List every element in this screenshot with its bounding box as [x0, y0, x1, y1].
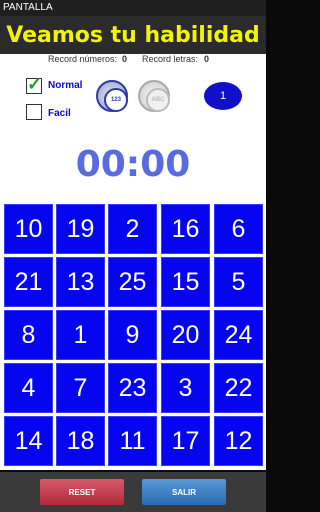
grid-cell[interactable]: 15	[161, 257, 210, 307]
grid-cell[interactable]: 24	[214, 310, 263, 360]
record-letters-value: 0	[204, 54, 210, 64]
numbers-mode-icon: 123	[104, 88, 128, 112]
number-grid: 10 19 2 16 6 21 13 25 15 5 8 1 9 20 24 4 7 23 3 22 14 18 11 17 1…	[0, 200, 266, 470]
header-banner: Veamos tu habilidad	[0, 16, 266, 54]
grid-cell[interactable]: 19	[56, 204, 105, 254]
grid-cell[interactable]: 2	[108, 204, 157, 254]
grid-cell[interactable]: 5	[214, 257, 263, 307]
facil-checkbox[interactable]	[26, 104, 42, 120]
grid-cell[interactable]: 16	[161, 204, 210, 254]
grid-cell[interactable]: 18	[56, 416, 105, 466]
grid-cell[interactable]: 21	[4, 257, 53, 307]
record-numbers-label: Record números:	[48, 54, 118, 64]
page-title: Veamos tu habilidad	[6, 22, 260, 48]
grid-cell[interactable]: 1	[56, 310, 105, 360]
letters-mode-button[interactable]: ABC	[138, 80, 170, 112]
grid-cell[interactable]: 11	[108, 416, 157, 466]
level-badge: 1	[204, 82, 242, 110]
reset-button[interactable]: RESET	[40, 479, 124, 505]
salir-button[interactable]: SALIR	[142, 479, 226, 505]
window-title: PANTALLA	[0, 0, 266, 16]
grid-cell[interactable]: 13	[56, 257, 105, 307]
timer-display: 00:00	[75, 144, 191, 185]
grid-cell[interactable]: 23	[108, 363, 157, 413]
grid-cell[interactable]: 17	[161, 416, 210, 466]
letters-mode-icon: ABC	[146, 88, 170, 112]
numbers-mode-button[interactable]: 123	[96, 80, 128, 112]
grid-cell[interactable]: 3	[161, 363, 210, 413]
grid-cell[interactable]: 6	[214, 204, 263, 254]
grid-cell[interactable]: 8	[4, 310, 53, 360]
grid-cell[interactable]: 9	[108, 310, 157, 360]
grid-cell[interactable]: 20	[161, 310, 210, 360]
grid-cell[interactable]: 25	[108, 257, 157, 307]
grid-cell[interactable]: 22	[214, 363, 263, 413]
footer-bar: RESET SALIR	[0, 472, 266, 512]
grid-cell[interactable]: 12	[214, 416, 263, 466]
normal-label: Normal	[48, 80, 83, 91]
record-numbers-value: 0	[122, 54, 128, 64]
grid-cell[interactable]: 10	[4, 204, 53, 254]
facil-label: Facil	[48, 108, 71, 119]
grid-cell[interactable]: 7	[56, 363, 105, 413]
grid-cell[interactable]: 14	[4, 416, 53, 466]
normal-checkbox[interactable]	[26, 74, 42, 95]
grid-cell[interactable]: 4	[4, 363, 53, 413]
record-letters-label: Record letras:	[142, 54, 199, 64]
